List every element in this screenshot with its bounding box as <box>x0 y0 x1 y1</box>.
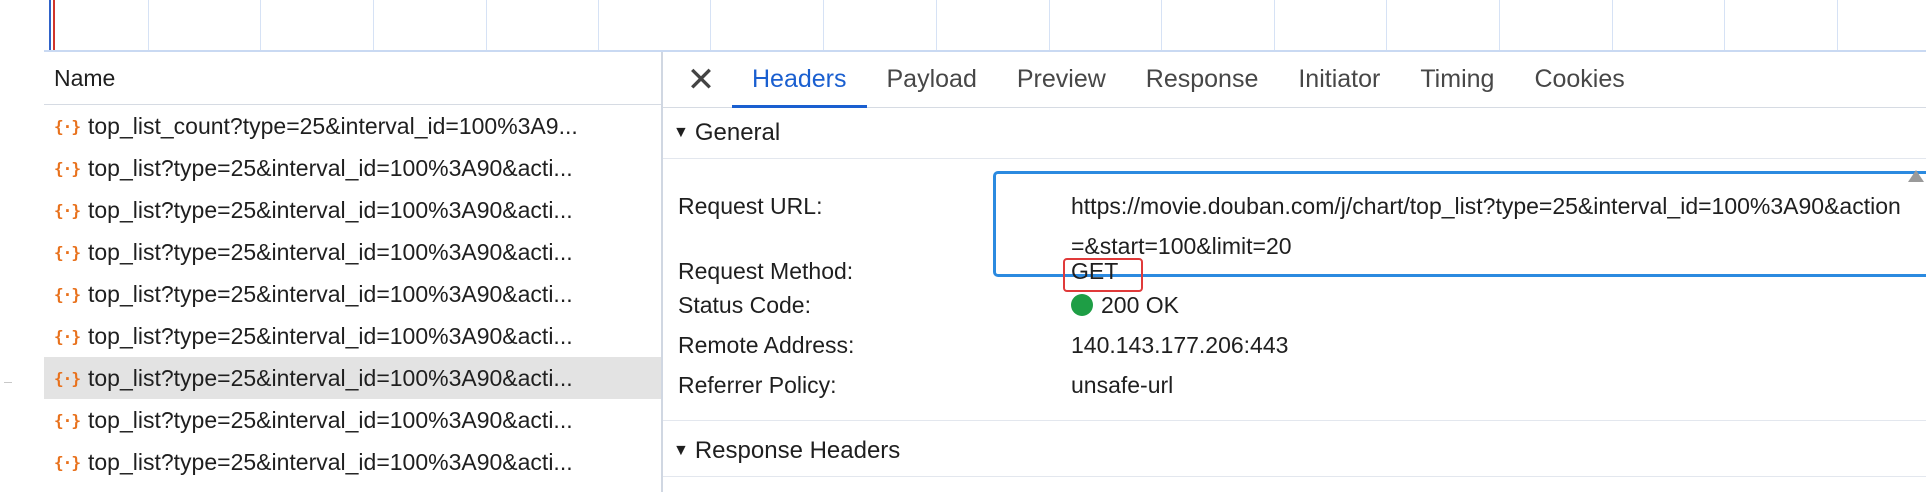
tab-list: Headers Payload Preview Response Initiator Ti… <box>732 52 1645 108</box>
tab-initiator[interactable]: Initiator <box>1278 52 1400 107</box>
status-code-value[interactable]: 200 OK <box>1071 292 1179 319</box>
request-row[interactable]: {·} top_list?type=25&interval_id=100%3A90… <box>44 189 661 231</box>
request-url-label: Request URL: <box>678 193 823 219</box>
timeline-gridline <box>710 0 711 50</box>
request-method-value[interactable]: GET <box>1071 258 1118 285</box>
request-row[interactable]: {·} top_list?type=25&interval_id=100%3A90… <box>44 147 661 189</box>
fetch-xhr-icon: {·} <box>54 410 81 430</box>
timeline-gridline <box>1274 0 1275 50</box>
triangle-down-icon: ▼ <box>673 442 689 459</box>
tab-payload[interactable]: Payload <box>867 52 997 107</box>
fetch-xhr-icon: {·} <box>54 368 81 388</box>
tab-preview[interactable]: Preview <box>997 52 1126 107</box>
status-code-label: Status Code: <box>678 292 811 318</box>
referrer-policy-value[interactable]: unsafe-url <box>1071 372 1173 399</box>
request-url-value[interactable]: https://movie.douban.com/j/chart/top_lis… <box>1071 186 1901 266</box>
general-section-header[interactable]: ▼ General <box>663 108 1926 159</box>
gutter-tick <box>4 382 12 383</box>
request-row[interactable]: {·} top_list?type=25&interval_id=100%3A90… <box>44 357 661 399</box>
load-event-marker <box>53 0 55 50</box>
close-icon[interactable]: ✕ <box>676 52 726 107</box>
request-row[interactable]: {·} top_list?type=25&interval_id=100%3A90… <box>44 441 661 483</box>
request-name: top_list_count?type=25&interval_id=100%3… <box>88 112 578 139</box>
status-dot-icon <box>1071 294 1093 316</box>
response-headers-title: Response Headers <box>694 437 901 464</box>
fetch-xhr-icon: {·} <box>54 116 81 136</box>
name-column-header[interactable]: Name <box>44 52 661 105</box>
timeline-gridline <box>1499 0 1500 50</box>
request-row[interactable]: {·} top_list?type=25&interval_id=100%3A90… <box>44 231 661 273</box>
timeline-gridline <box>823 0 824 50</box>
timeline-gridline <box>1724 0 1725 50</box>
timeline-gridline <box>598 0 599 50</box>
request-name: top_list?type=25&interval_id=100%3A90&ac… <box>88 364 573 391</box>
request-name: top_list?type=25&interval_id=100%3A90&ac… <box>88 322 573 349</box>
tab-headers[interactable]: Headers <box>732 52 867 108</box>
request-row[interactable]: {·} top_list_count?type=25&interval_id=10… <box>44 105 661 147</box>
request-row[interactable]: {·} top_list?type=25&interval_id=100%3A90… <box>44 273 661 315</box>
left-gutter <box>0 0 44 492</box>
timeline-gridline <box>1612 0 1613 50</box>
headers-content: ▼ General Request URL: https://movie.dou… <box>663 108 1926 493</box>
request-name: top_list?type=25&interval_id=100%3A90&ac… <box>88 196 573 223</box>
request-details-panel: ✕ Headers Payload Preview Response Initiator… <box>663 52 1926 492</box>
name-column-label: Name <box>54 64 116 91</box>
request-list-panel: Name {·} top_list_count?type=25&interval_… <box>44 52 663 492</box>
timeline-gridline <box>1161 0 1162 50</box>
section-divider <box>663 420 1926 421</box>
request-name: top_list?type=25&interval_id=100%3A90&ac… <box>88 448 573 475</box>
timeline-gridline <box>1386 0 1387 50</box>
timeline-gridline <box>260 0 261 50</box>
status-code-text: 200 OK <box>1101 292 1179 318</box>
timeline-gridline <box>486 0 487 50</box>
request-method-label: Request Method: <box>678 258 854 284</box>
timeline-gridline <box>1049 0 1050 50</box>
tab-response[interactable]: Response <box>1126 52 1279 107</box>
timeline-gridline <box>373 0 374 50</box>
request-list: {·} top_list_count?type=25&interval_id=10… <box>44 105 661 483</box>
fetch-xhr-icon: {·} <box>54 242 81 262</box>
fetch-xhr-icon: {·} <box>54 326 81 346</box>
request-name: top_list?type=25&interval_id=100%3A90&ac… <box>88 154 573 181</box>
network-overview-timeline[interactable] <box>44 0 1926 52</box>
remote-address-value[interactable]: 140.143.177.206:443 <box>1071 332 1288 359</box>
request-name: top_list?type=25&interval_id=100%3A90&ac… <box>88 280 573 307</box>
tab-timing[interactable]: Timing <box>1400 52 1514 107</box>
timeline-gridline <box>936 0 937 50</box>
request-name: top_list?type=25&interval_id=100%3A90&ac… <box>88 406 573 433</box>
fetch-xhr-icon: {·} <box>54 452 81 472</box>
tab-cookies[interactable]: Cookies <box>1514 52 1644 107</box>
scroll-up-arrow-icon[interactable] <box>1908 168 1926 196</box>
referrer-policy-label: Referrer Policy: <box>678 372 837 398</box>
remote-address-label: Remote Address: <box>678 332 855 358</box>
response-headers-section-header[interactable]: ▼ Response Headers <box>663 426 1926 477</box>
fetch-xhr-icon: {·} <box>54 200 81 220</box>
general-section-title: General <box>694 119 781 146</box>
request-name: top_list?type=25&interval_id=100%3A90&ac… <box>88 238 573 265</box>
request-row[interactable]: {·} top_list?type=25&interval_id=100%3A90… <box>44 315 661 357</box>
request-row[interactable]: {·} top_list?type=25&interval_id=100%3A90… <box>44 399 661 441</box>
dom-content-loaded-marker <box>49 0 51 50</box>
timeline-gridline <box>1837 0 1838 50</box>
triangle-down-icon: ▼ <box>673 124 689 141</box>
fetch-xhr-icon: {·} <box>54 158 81 178</box>
fetch-xhr-icon: {·} <box>54 284 81 304</box>
timeline-gridline <box>148 0 149 50</box>
details-tab-bar: ✕ Headers Payload Preview Response Initiator… <box>663 52 1926 108</box>
